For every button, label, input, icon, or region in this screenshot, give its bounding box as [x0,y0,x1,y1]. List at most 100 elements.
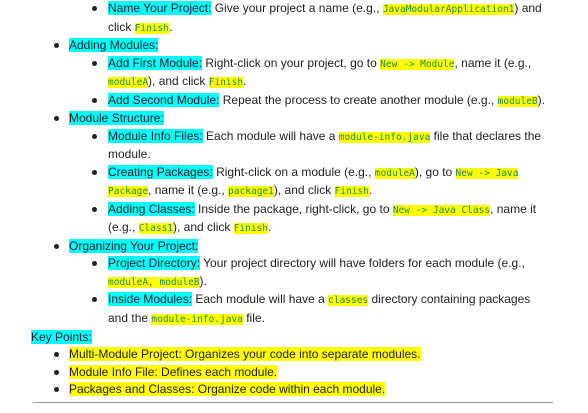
inline-code: moduleA [108,77,149,88]
bullet-icon [54,116,59,121]
list-item-add-first-module: Add First Module: Right-click on your pr… [0,55,588,92]
list-item-module-structure: Module Structure: [0,110,588,128]
key-point-text: Defines each module. [157,364,278,379]
item-text: . [169,19,173,34]
inline-code: package1 [228,186,274,197]
list-item-module-info-files: Module Info Files: Each module will have… [0,128,588,164]
inline-code: JavaModularApplication1 [382,4,515,15]
list-item-adding-modules: Adding Modules: [0,37,588,55]
item-label: Name Your Project: [108,1,212,15]
item-text: ), and click [148,74,209,88]
bullet-icon [92,133,97,139]
item-label: Inside Modules: [108,292,193,306]
key-points-heading: Key Points: [0,328,588,346]
item-text: , name it (e.g., [454,55,532,70]
item-label: Module Info Files: [108,128,203,143]
list-item-name-project: Name Your Project: Give your project a n… [0,0,588,37]
line: Name Your Project: Give your project a n… [108,0,588,19]
inline-code: New -> Module [380,58,455,70]
key-point-label: Multi-Module Project: [69,347,182,361]
bullet-icon [54,243,59,249]
item-text: Inside the package, right-click, go to [194,201,393,216]
inline-code: moduleA [374,167,415,179]
list-item-adding-classes: Adding Classes: Inside the package, righ… [0,201,588,238]
horizontal-divider [33,402,553,403]
item-text: . [368,183,373,197]
document-body: Name Your Project: Give your project a n… [0,0,588,399]
organizing-section: Organizing Your Project: Project Directo… [0,238,588,329]
inline-code: Finish [134,22,169,34]
bullet-icon [92,297,97,302]
list-item-creating-packages: Creating Packages: Right-click on a modu… [0,164,588,201]
item-text: (e.g., [108,220,139,234]
bullet-icon [54,387,59,392]
bullet-icon [92,261,97,266]
item-text: ). [199,273,207,288]
key-point-label: Packages and Classes: [69,382,195,396]
bullet-icon [92,206,97,212]
list-item-add-second-module: Add Second Module: Repeat the process to… [0,92,588,111]
inline-code: Finish [208,77,244,88]
inline-code: Finish [233,223,269,234]
item-text: Right-click on your project, go to [202,55,381,70]
inline-code: Finish [334,186,369,197]
item-text: , name it [490,201,537,216]
item-text: Repeat the process to create another mod… [219,92,498,107]
section-heading: Module Structure: [69,111,164,125]
item-text: file. [242,310,265,325]
item-text: ), and click [273,183,335,197]
item-text: file that declares the [430,128,542,143]
inline-code: module-info.java [338,131,431,143]
key-points-list: Multi-Module Project: Organizes your cod… [0,346,588,399]
inline-code: New -> Java [455,167,519,179]
list-item-key-point: Multi-Module Project: Organizes your cod… [0,346,588,364]
item-label: Add Second Module: [108,92,220,107]
bullet-icon [92,169,97,175]
name-project-list: Name Your Project: Give your project a n… [0,0,588,37]
key-point-label: Module Info File: [69,364,158,379]
section-heading: Organizing Your Project: [69,238,199,253]
bullet-icon [54,369,59,375]
list-item-key-point: Module Info File: Defines each module. [0,364,588,382]
item-text: ), go to [414,164,456,179]
item-label: Add First Module: [108,55,203,70]
key-point-text: Organizes your code into separate module… [181,347,421,361]
item-label: Project Directory: [108,256,201,270]
bullet-icon [92,60,97,66]
item-text: Give your project a name (e.g., [211,1,383,15]
line: click Finish. [108,19,588,38]
inline-code: module-info.java [151,313,243,325]
key-points-title: Key Points: [31,330,92,344]
item-text: module. [108,147,151,161]
item-text: . [268,220,272,234]
item-text: ) and [514,1,542,15]
item-text: and the [108,310,152,325]
key-point-text: Organize code within each module. [194,382,386,396]
item-label: Adding Classes: [108,201,195,216]
module-structure-section: Module Structure: Module Info Files: Eac… [0,110,588,238]
item-text: Each module will have a [192,292,329,306]
bullet-icon [54,43,59,48]
item-label: Creating Packages: [108,164,213,179]
item-text: , name it (e.g., [148,183,229,197]
item-text: click [108,19,135,34]
item-text: Right-click on a module (e.g., [212,164,375,179]
item-text: . [243,74,247,88]
inline-code: moduleB [497,95,538,107]
item-text: ), and click [173,220,234,234]
inline-code: classes [328,295,369,306]
list-item-organizing: Organizing Your Project: [0,238,588,256]
item-text: directory containing packages [368,292,531,306]
list-item-project-directory: Project Directory: Your project director… [0,255,588,291]
item-text: Each module will have a [202,128,339,143]
bullet-icon [92,6,97,11]
adding-modules-section: Adding Modules: Add First Module: Right-… [0,37,588,110]
list-item-key-point: Packages and Classes: Organize code with… [0,381,588,399]
bullet-icon [92,97,97,103]
inline-code: New -> Java Class [392,204,491,216]
item-text: Your project directory will have folders… [200,256,525,270]
item-text: ). [537,92,545,107]
inline-code: Class1 [138,223,174,234]
inline-code: Package [108,186,149,197]
bullet-icon [54,352,59,357]
